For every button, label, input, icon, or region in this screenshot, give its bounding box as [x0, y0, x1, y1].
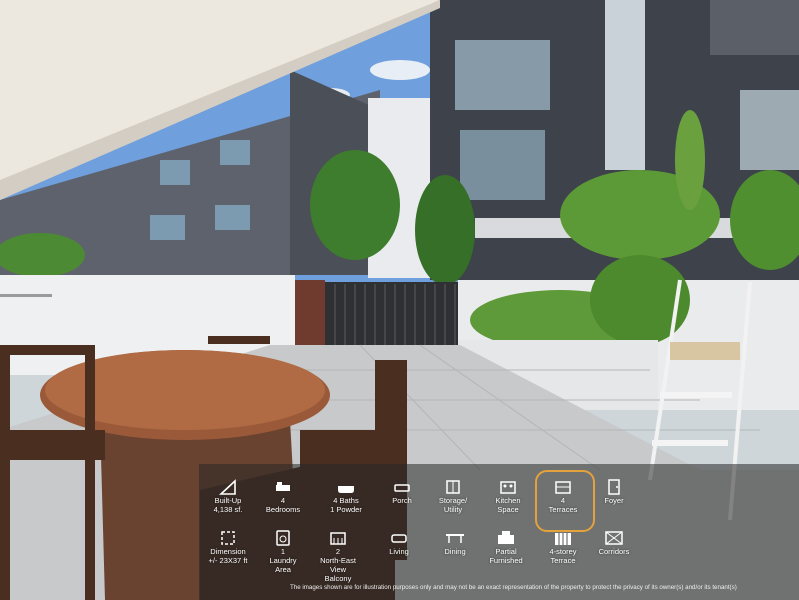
- feature-label: Corridors: [598, 547, 630, 556]
- bed-icon: [276, 482, 290, 491]
- corridor-icon: [605, 531, 623, 545]
- door-icon: [608, 479, 620, 495]
- feature-bedrooms[interactable]: 4 Bedrooms: [248, 478, 318, 514]
- disclaimer-text: The images shown are for illustration pu…: [290, 584, 737, 591]
- feature-label: Foyer: [604, 496, 624, 505]
- feature-label: 4 Bedrooms: [265, 496, 301, 514]
- feature-foyer[interactable]: Foyer: [579, 478, 649, 505]
- feature-corridors[interactable]: Corridors: [579, 529, 649, 556]
- listing-photo-viewer: Built-Up 4,138 sf. 4 Bedrooms 4 Baths 1 …: [0, 0, 799, 600]
- balcony-icon: [330, 532, 346, 545]
- feature-view[interactable]: 2 North-East View Balcony: [303, 529, 373, 583]
- feature-label: 2 North-East View Balcony: [320, 547, 356, 583]
